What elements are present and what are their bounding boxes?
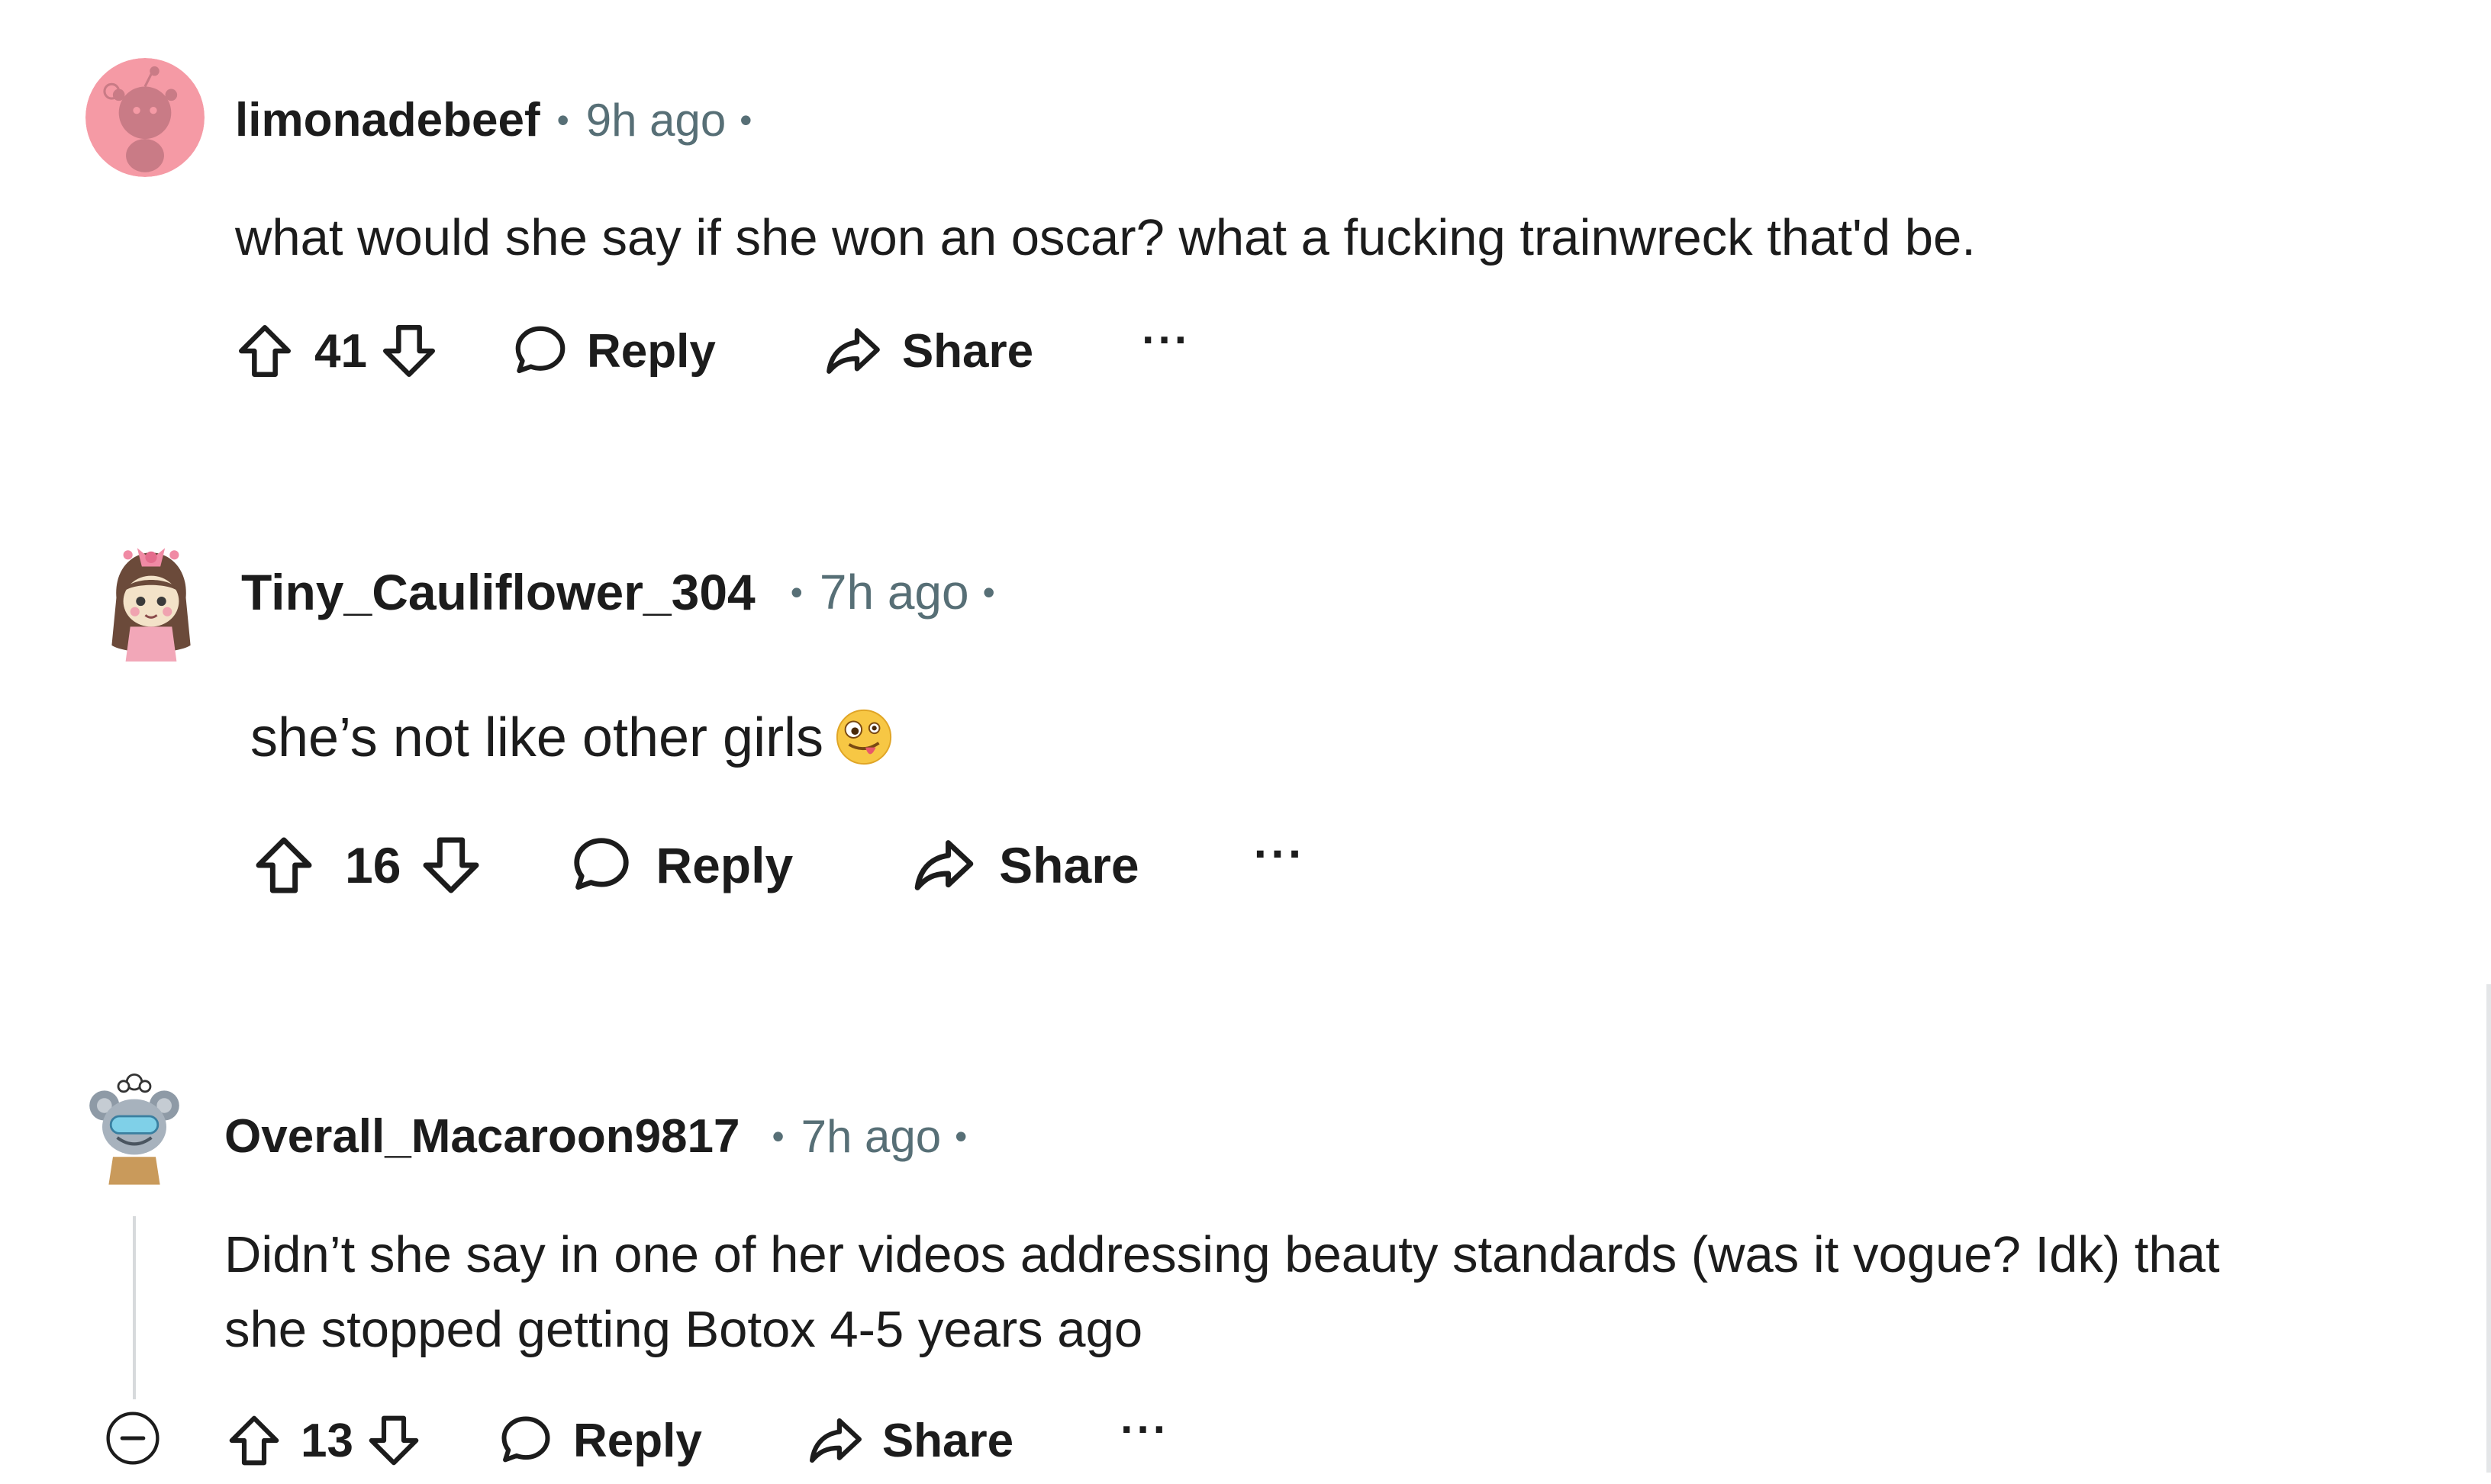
comment-body: Didn’t she say in one of her videos addr… [224, 1218, 2220, 1367]
comment-body: what would she say if she won an oscar? … [235, 201, 1976, 275]
more-options-icon[interactable]: ··· [1254, 831, 1306, 878]
comment-text: she’s not like other girls [250, 707, 824, 768]
comment-bubble-icon [574, 838, 630, 890]
comment-actions: 13 Reply Share ··· [224, 1405, 1169, 1476]
share-button[interactable]: Share [806, 1411, 1013, 1470]
vote-score: 16 [345, 837, 401, 893]
separator-dot: • [982, 572, 995, 612]
reply-button[interactable]: Reply [511, 321, 716, 381]
vote-score: 13 [301, 1414, 353, 1467]
username[interactable]: Tiny_Cauliflower_304 [241, 563, 756, 621]
separator-dot: • [772, 1116, 785, 1156]
share-label: Share [881, 1414, 1014, 1467]
avatar[interactable] [85, 58, 205, 177]
snoo-avatar-icon [85, 1073, 184, 1185]
comment-bubble-icon [501, 1416, 550, 1463]
scrollbar[interactable] [2486, 984, 2491, 1473]
separator-dot: • [955, 1116, 968, 1156]
separator-dot: • [556, 100, 569, 140]
vote-score: 41 [314, 324, 367, 378]
reply-button[interactable]: Reply [569, 832, 793, 898]
reply-label: Reply [572, 1414, 702, 1467]
avatar[interactable] [81, 1067, 188, 1187]
zany-face-emoji-icon [836, 709, 892, 765]
upvote-icon [256, 837, 312, 893]
thread-line[interactable] [133, 1216, 136, 1399]
timestamp: 7h ago [801, 1110, 942, 1162]
share-icon [914, 840, 974, 890]
upvote-button[interactable] [234, 320, 296, 382]
share-button[interactable]: Share [823, 320, 1033, 381]
snoo-avatar-icon [85, 58, 205, 177]
comment-body: she’s not like other girls [250, 700, 894, 775]
downvote-icon [369, 1415, 419, 1466]
more-options-icon[interactable]: ··· [1142, 318, 1191, 362]
reply-label: Reply [586, 324, 716, 378]
comment-text-line: she stopped getting Botox 4-5 years ago [224, 1301, 1143, 1358]
downvote-icon [382, 325, 435, 377]
timestamp: 7h ago [819, 565, 969, 620]
upvote-button[interactable] [250, 832, 317, 899]
comment-actions: 16 Reply Share ··· [250, 824, 1306, 906]
comment-text-line: Didn’t she say in one of her videos addr… [224, 1226, 2220, 1283]
separator-dot: • [740, 100, 752, 140]
comment-bubble-icon [515, 326, 566, 374]
more-options-icon[interactable]: ··· [1120, 1408, 1169, 1452]
timestamp: 9h ago [585, 94, 727, 146]
share-icon [809, 1418, 862, 1463]
share-icon [826, 328, 880, 374]
username[interactable]: limonadebeef [235, 93, 540, 147]
comment-actions: 41 Reply Share ··· [234, 313, 1191, 389]
upvote-icon [229, 1415, 279, 1466]
share-label: Share [901, 324, 1034, 378]
snoo-avatar-icon [95, 548, 207, 662]
downvote-button[interactable] [378, 320, 440, 382]
downvote-button[interactable] [417, 832, 485, 899]
separator-dot: • [790, 572, 803, 612]
username[interactable]: Overall_Macaroon9817 [224, 1109, 740, 1164]
share-label: Share [999, 837, 1139, 893]
downvote-button[interactable] [364, 1411, 424, 1470]
downvote-icon [423, 837, 479, 893]
avatar[interactable] [93, 534, 209, 664]
reply-label: Reply [656, 837, 794, 893]
upvote-button[interactable] [224, 1411, 284, 1470]
share-button[interactable]: Share [910, 832, 1139, 899]
collapse-thread-icon[interactable] [105, 1410, 161, 1466]
comment-text: what would she say if she won an oscar? … [235, 209, 1976, 266]
upvote-icon [239, 325, 291, 377]
reply-button[interactable]: Reply [497, 1412, 702, 1470]
